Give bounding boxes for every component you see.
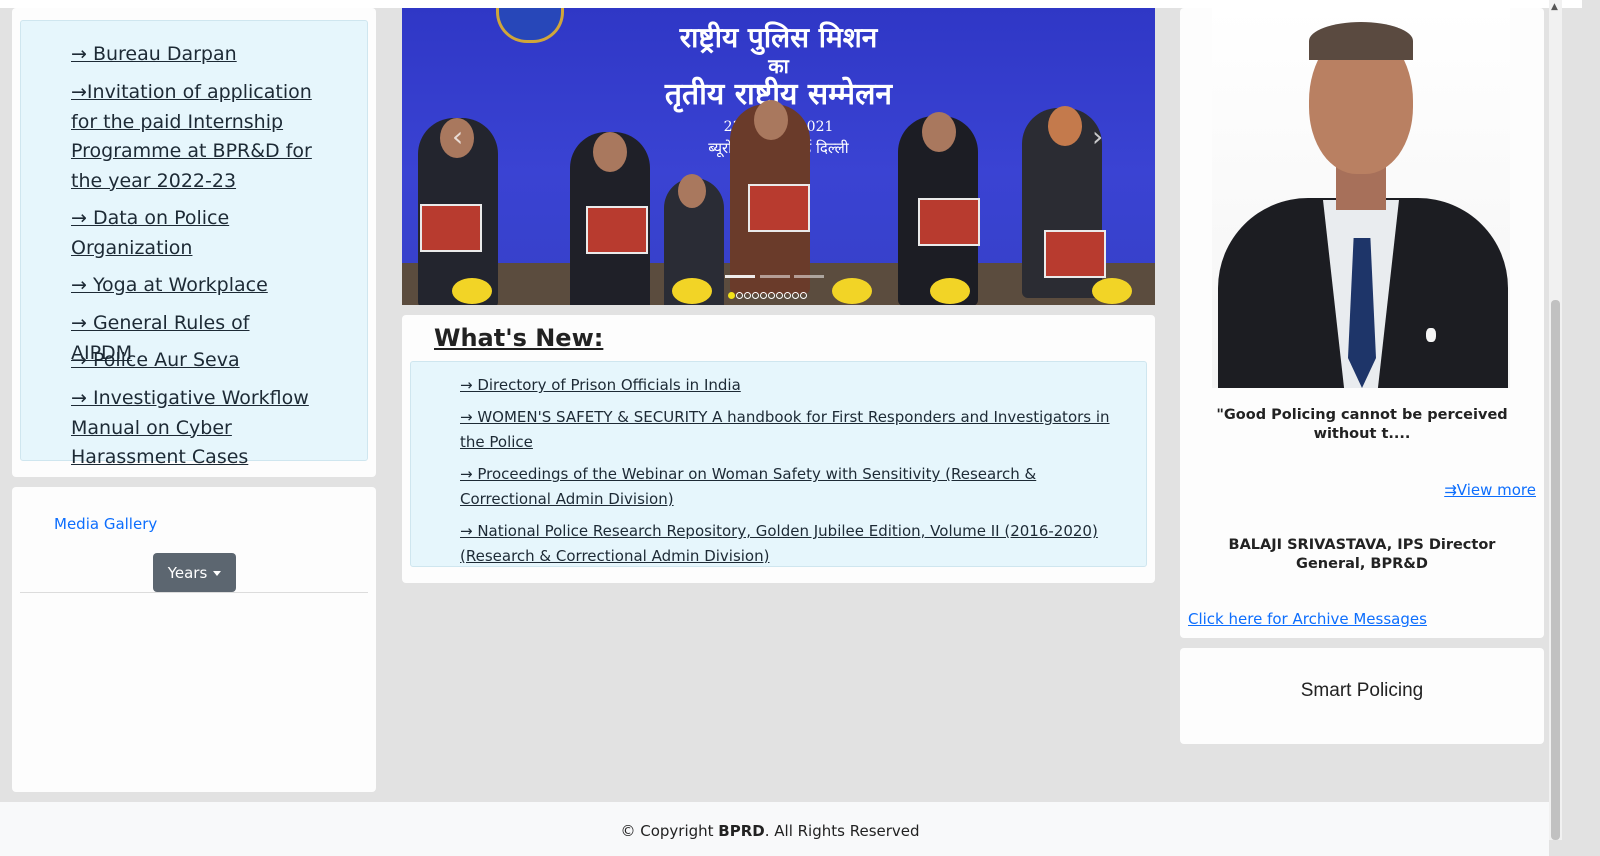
link-police-organization: → Data on Police Organization <box>71 204 316 263</box>
official-head <box>593 132 627 172</box>
flower-decoration <box>832 278 872 304</box>
link-police-aur-seva: → Police Aur Seva <box>71 346 316 376</box>
link-yoga-anchor[interactable]: → Yoga at Workplace <box>71 274 268 296</box>
smart-policing-title: Smart Policing <box>1300 680 1424 701</box>
carousel-indicators <box>728 292 807 299</box>
page-scrollbar[interactable]: ▲ <box>1549 0 1562 840</box>
years-dropdown-button[interactable]: Years <box>153 553 236 592</box>
director-quote: "Good Policing cannot be perceived witho… <box>1216 407 1508 442</box>
link-internship-anchor[interactable]: →Invitation of application for the paid … <box>71 81 312 192</box>
link-bureau-darpan: → Bureau Darpan <box>71 40 316 70</box>
image-carousel[interactable]: राष्ट्रीय पुलिस मिशन का तृतीय राष्ट्रीय … <box>402 8 1155 305</box>
carousel-dot[interactable] <box>736 292 743 299</box>
report-book <box>1044 230 1106 278</box>
carousel-dot[interactable] <box>744 292 751 299</box>
official-head <box>1048 106 1082 146</box>
media-gallery-link[interactable]: Media Gallery <box>54 515 157 533</box>
director-name: BALAJI SRIVASTAVA, IPS Director General,… <box>1228 537 1496 572</box>
scrollbar-thumb[interactable] <box>1551 300 1560 840</box>
slide-progress-bar <box>794 275 824 278</box>
copyright-text: © Copyright BPRD. All Rights Reserved <box>0 822 1540 840</box>
whats-new-link[interactable]: → Proceedings of the Webinar on Woman Sa… <box>460 465 1036 508</box>
whats-new-item: → Directory of Prison Officials in India <box>460 373 1110 398</box>
lapel-pin-icon <box>1426 328 1436 342</box>
link-police-aur-seva-anchor[interactable]: → Police Aur Seva <box>71 349 240 371</box>
whats-new-card: What's New: → Directory of Prison Offici… <box>402 315 1155 583</box>
carousel-dot[interactable] <box>800 292 807 299</box>
director-portrait <box>1212 8 1510 388</box>
whats-new-link[interactable]: → WOMEN'S SAFETY & SECURITY A handbook f… <box>460 408 1110 451</box>
official-head <box>678 174 706 208</box>
carousel-dot[interactable] <box>752 292 759 299</box>
carousel-prev-icon[interactable]: ‹ <box>452 120 463 153</box>
whats-new-link[interactable]: → National Police Research Repository, G… <box>460 522 1098 565</box>
slide-progress-bar <box>760 275 790 278</box>
link-police-organization-anchor[interactable]: → Data on Police Organization <box>71 207 229 259</box>
flower-decoration <box>672 278 712 304</box>
flower-decoration <box>930 278 970 304</box>
whats-new-item: → WOMEN'S SAFETY & SECURITY A handbook f… <box>460 405 1110 454</box>
copyright-prefix: © Copyright <box>620 822 719 840</box>
banner-line-1: राष्ट्रीय पुलिस मिशन <box>679 21 878 54</box>
link-bureau-darpan-anchor[interactable]: → Bureau Darpan <box>71 43 237 65</box>
report-book <box>918 198 980 246</box>
director-general-card: "Good Policing cannot be perceived witho… <box>1180 8 1544 638</box>
link-internship: →Invitation of application for the paid … <box>71 78 316 196</box>
carousel-next-icon[interactable]: › <box>1092 120 1103 153</box>
carousel-dot[interactable] <box>728 292 735 299</box>
whats-new-item: → National Police Research Repository, G… <box>460 519 1110 568</box>
media-gallery-card: Media Gallery Years <box>12 487 376 792</box>
link-cyber-manual: → Investigative Workflow Manual on Cyber… <box>71 384 316 473</box>
whats-new-list: → Directory of Prison Officials in India… <box>410 361 1147 567</box>
report-book <box>420 204 482 252</box>
report-book <box>586 206 648 254</box>
carousel-dot[interactable] <box>784 292 791 299</box>
whats-new-link[interactable]: → Directory of Prison Officials in India <box>460 376 741 394</box>
copyright-brand: BPRD <box>718 822 765 840</box>
official-head <box>922 112 956 152</box>
slide-progress-bar <box>725 275 755 278</box>
copyright-suffix: . All Rights Reserved <box>764 822 920 840</box>
report-book <box>748 184 810 232</box>
caret-down-icon <box>213 570 222 576</box>
scroll-up-icon[interactable]: ▲ <box>1551 2 1558 12</box>
smart-policing-card[interactable]: Smart Policing <box>1180 648 1544 744</box>
carousel-dot[interactable] <box>760 292 767 299</box>
whats-new-title: What's New: <box>434 324 604 352</box>
flower-decoration <box>452 278 492 304</box>
carousel-dot[interactable] <box>768 292 775 299</box>
view-more-link[interactable]: ⇉View more <box>1444 481 1536 499</box>
top-strip <box>0 0 1582 8</box>
whats-new-item: → Proceedings of the Webinar on Woman Sa… <box>460 462 1110 511</box>
carousel-dot[interactable] <box>792 292 799 299</box>
years-button-label: Years <box>167 563 208 582</box>
quick-links-box: → Bureau Darpan →Invitation of applicati… <box>20 20 368 468</box>
quick-links-card: → Bureau Darpan →Invitation of applicati… <box>12 8 376 477</box>
page-footer: © Copyright BPRD. All Rights Reserved <box>0 802 1549 856</box>
flower-decoration <box>1092 278 1132 304</box>
media-divider <box>20 592 368 593</box>
link-cyber-manual-anchor[interactable]: → Investigative Workflow Manual on Cyber… <box>71 387 309 468</box>
archive-messages-link[interactable]: Click here for Archive Messages <box>1188 610 1427 628</box>
link-yoga: → Yoga at Workplace <box>71 271 316 301</box>
carousel-dot[interactable] <box>776 292 783 299</box>
official-head <box>754 100 788 140</box>
portrait-hair <box>1309 22 1413 60</box>
